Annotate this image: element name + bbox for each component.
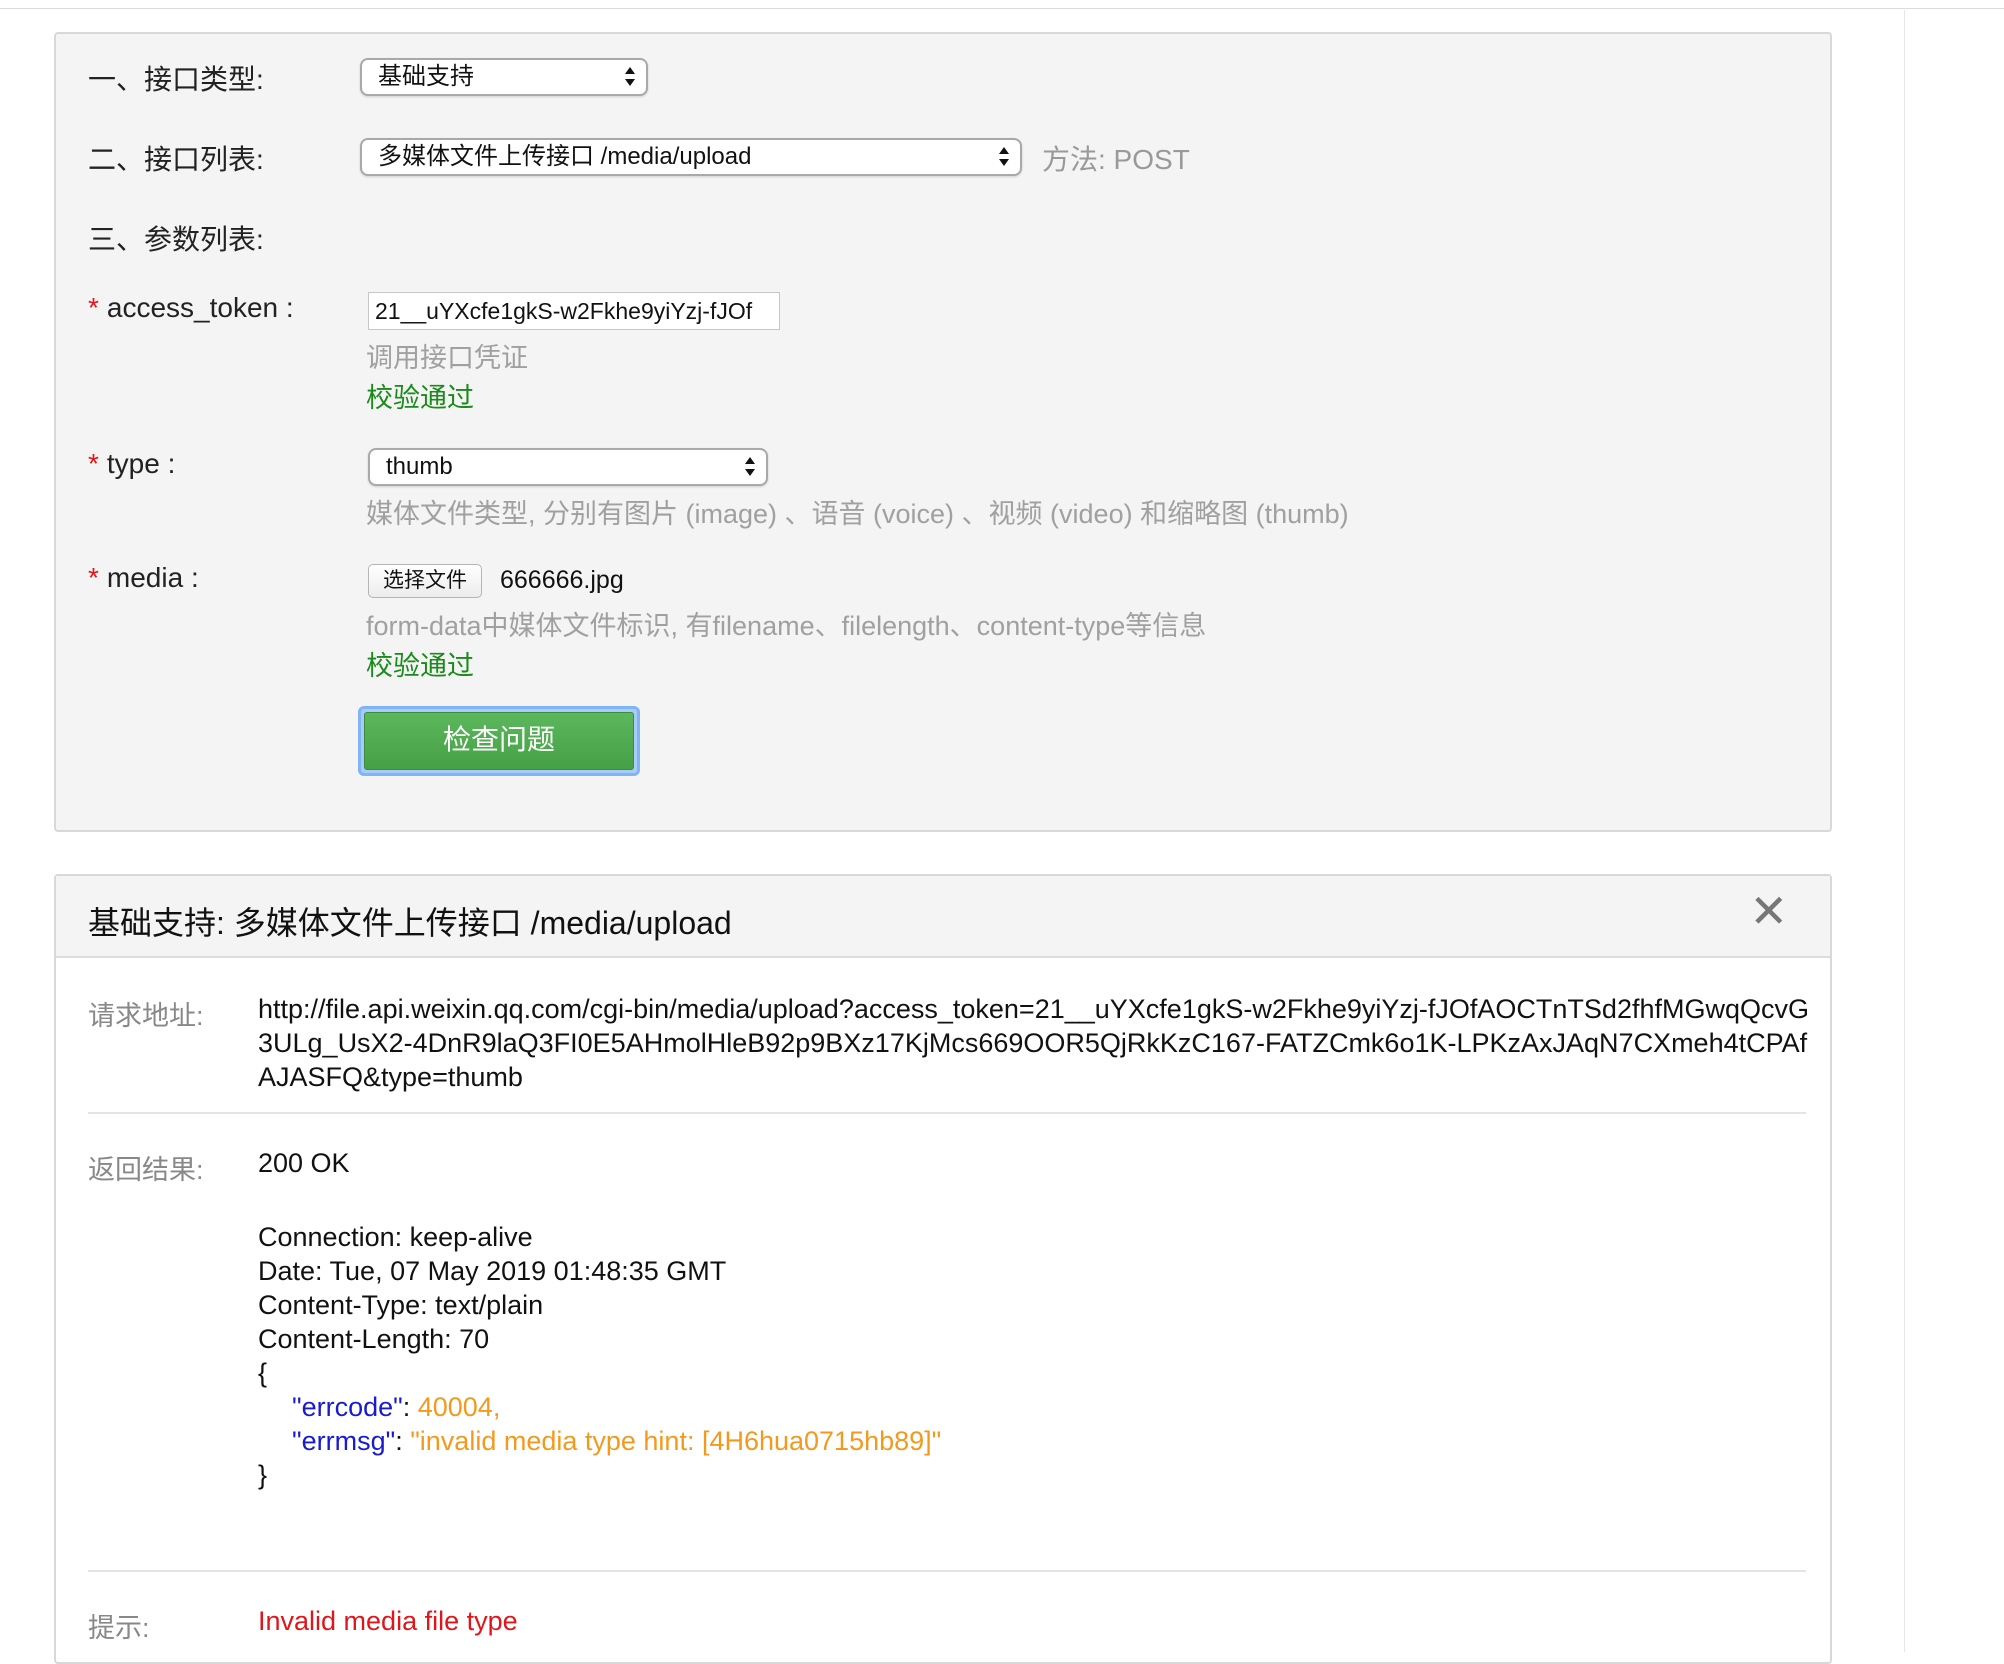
select-arrows-icon [624, 64, 636, 90]
json-key: "errcode" [292, 1392, 403, 1422]
type-select[interactable]: thumb [368, 448, 768, 486]
select-arrows-icon [998, 144, 1010, 170]
check-problem-button-label: 检查问题 [364, 712, 634, 770]
tip-value: Invalid media file type [258, 1606, 518, 1636]
api-type-select[interactable]: 基础支持 [360, 58, 648, 96]
required-star: * [88, 292, 99, 323]
result-panel: 基础支持: 多媒体文件上传接口 /media/upload ✕ 请求地址: ht… [54, 874, 1832, 1664]
close-icon[interactable]: ✕ [1749, 884, 1788, 938]
api-type-label: 一、接口类型: [88, 64, 264, 95]
response-header-line: Connection: keep-alive [258, 1222, 533, 1252]
response-header-line: Date: Tue, 07 May 2019 01:48:35 GMT [258, 1256, 727, 1286]
divider [88, 1112, 1806, 1114]
api-list-select[interactable]: 多媒体文件上传接口 /media/upload [360, 138, 1022, 176]
response-header-line: Content-Length: 70 [258, 1324, 490, 1354]
param-label-type: * type : [88, 448, 176, 479]
api-debug-form: 一、接口类型: 基础支持 二、接口列表: 多媒体文件上传接口 /media/up… [54, 32, 1832, 832]
access-token-validation: 校验通过 [366, 383, 474, 413]
response-body: 200 OK Connection: keep-alive Date: Tue,… [258, 1146, 941, 1492]
access-token-input[interactable]: 21__uYXcfe1gkS-w2Fkhe9yiYzj-fJOf [368, 292, 780, 330]
choose-file-button[interactable]: 选择文件 [368, 564, 482, 598]
result-title: 基础支持: 多媒体文件上传接口 /media/upload [88, 905, 732, 941]
api-list-label: 二、接口列表: [88, 144, 264, 175]
method-text: 方法: POST [1042, 144, 1190, 175]
top-divider [0, 8, 2004, 9]
api-list-selected-value: 多媒体文件上传接口 /media/upload [378, 143, 752, 170]
param-label-access-token: * access_token : [88, 292, 294, 323]
status-line: 200 OK [258, 1148, 350, 1178]
tip-label: 提示: [88, 1613, 150, 1643]
json-errmsg-line: "errmsg": "invalid media type hint: [4H6… [292, 1426, 942, 1456]
json-key: "errmsg" [292, 1426, 396, 1456]
result-header: 基础支持: 多媒体文件上传接口 /media/upload ✕ [56, 876, 1830, 958]
required-star: * [88, 562, 99, 593]
type-selected-value: thumb [386, 453, 453, 480]
check-problem-button[interactable]: 检查问题 [358, 706, 640, 776]
response-label: 返回结果: [88, 1155, 204, 1185]
divider [88, 1570, 1806, 1572]
json-value: 40004, [417, 1392, 501, 1422]
json-value: "invalid media type hint: [4H6hua0715hb8… [410, 1426, 942, 1456]
media-validation: 校验通过 [366, 651, 474, 681]
param-label-media: * media : [88, 562, 199, 593]
json-open-brace: { [258, 1358, 268, 1388]
params-label: 三、参数列表: [88, 224, 264, 255]
access-token-hint: 调用接口凭证 [366, 343, 528, 373]
response-header-line: Content-Type: text/plain [258, 1290, 544, 1320]
json-close-brace: } [258, 1460, 268, 1490]
type-hint: 媒体文件类型, 分别有图片 (image) 、语音 (voice) 、视频 (v… [366, 499, 1349, 529]
right-divider [1904, 10, 1905, 1652]
media-hint: form-data中媒体文件标识, 有filename、filelength、c… [366, 611, 1207, 641]
request-url: http://file.api.weixin.qq.com/cgi-bin/me… [258, 994, 1809, 1092]
required-star: * [88, 448, 99, 479]
request-url-label: 请求地址: [88, 1001, 204, 1031]
api-type-selected-value: 基础支持 [378, 63, 474, 90]
select-arrows-icon [744, 454, 756, 480]
json-errcode-line: "errcode": 40004, [292, 1392, 501, 1422]
selected-file-name: 666666.jpg [500, 566, 624, 594]
